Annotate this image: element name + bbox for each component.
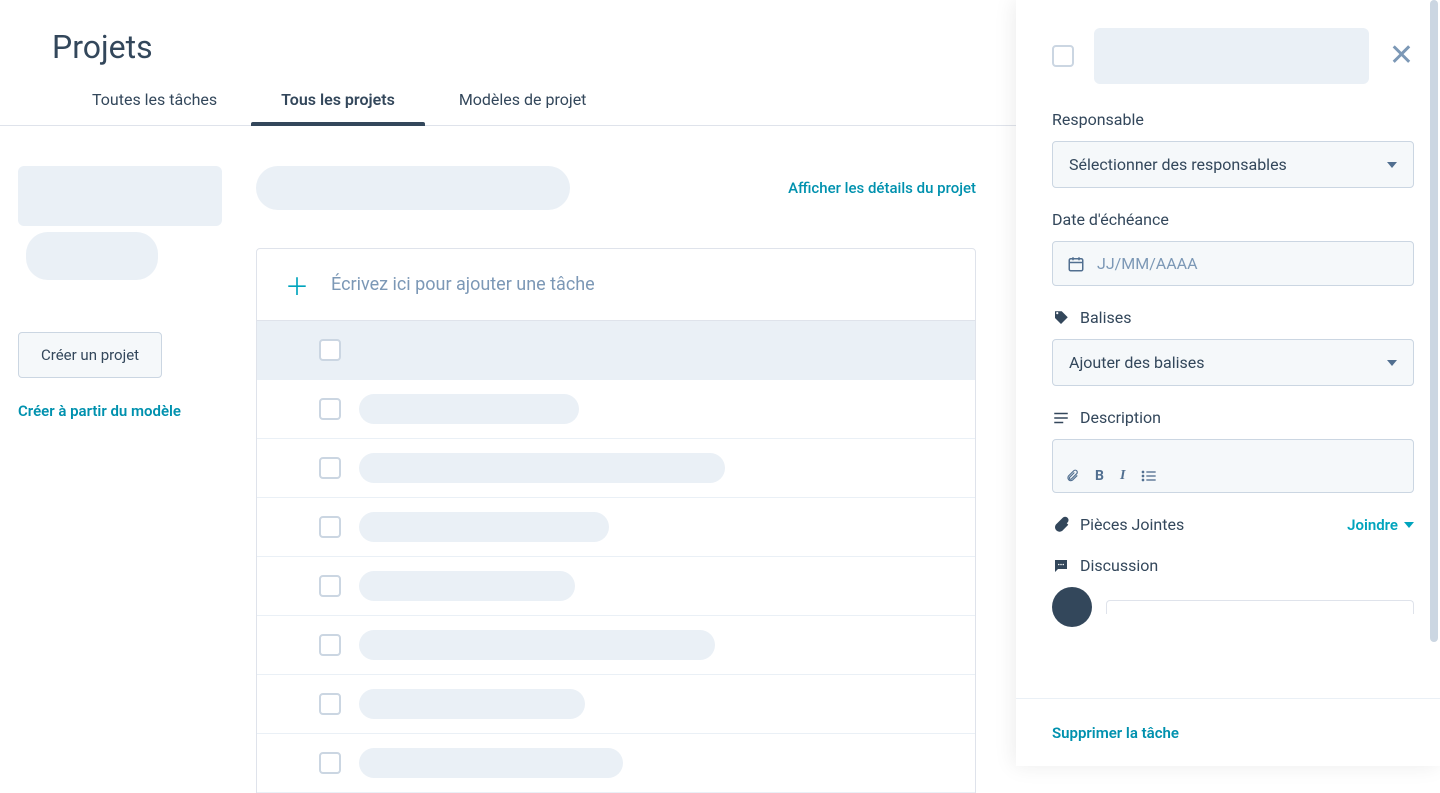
task-title-skeleton: [359, 512, 609, 542]
tab-all-projects[interactable]: Tous les projets: [273, 90, 403, 125]
owner-select[interactable]: Sélectionner des responsables: [1052, 141, 1414, 188]
task-title-skeleton: [359, 335, 643, 365]
task-row[interactable]: [257, 616, 975, 675]
tags-placeholder: Ajouter des balises: [1069, 353, 1205, 372]
sidebar-project-skeleton: [26, 232, 158, 280]
task-checkbox[interactable]: [319, 398, 341, 420]
editor-toolbar: B I: [1065, 468, 1401, 484]
task-row[interactable]: [257, 439, 975, 498]
sidebar-project-skeleton: [18, 166, 222, 226]
create-from-template-link[interactable]: Créer à partir du modèle: [18, 402, 238, 420]
task-row[interactable]: [257, 498, 975, 557]
task-row[interactable]: [257, 321, 975, 380]
close-icon[interactable]: ✕: [1389, 41, 1414, 71]
plus-icon: ＋: [285, 267, 309, 302]
scrollbar[interactable]: [1430, 0, 1440, 642]
caret-down-icon: [1387, 162, 1397, 168]
task-checkbox[interactable]: [319, 752, 341, 774]
task-checkbox[interactable]: [319, 516, 341, 538]
task-detail-panel: ✕ Responsable Sélectionner des responsab…: [1016, 0, 1440, 766]
task-row[interactable]: [257, 380, 975, 439]
task-checkbox[interactable]: [319, 693, 341, 715]
task-title-skeleton: [359, 394, 579, 424]
due-date-placeholder: JJ/MM/AAAA: [1097, 254, 1198, 273]
due-date-label: Date d'échéance: [1052, 210, 1414, 229]
caret-down-icon: [1404, 522, 1414, 528]
main-content: Afficher les détails du projet ＋ Écrivez…: [256, 166, 1016, 793]
task-title-skeleton: [359, 748, 623, 778]
list-icon: [1052, 409, 1070, 427]
italic-button[interactable]: I: [1120, 468, 1125, 484]
comment-input[interactable]: [1106, 600, 1414, 614]
user-avatar: [1052, 587, 1092, 627]
task-checkbox[interactable]: [319, 575, 341, 597]
description-editor[interactable]: B I: [1052, 439, 1414, 493]
task-complete-checkbox[interactable]: [1052, 45, 1074, 67]
task-title-skeleton: [359, 453, 725, 483]
bullet-list-icon[interactable]: [1141, 469, 1157, 483]
calendar-icon: [1067, 255, 1085, 273]
discussion-label: Discussion: [1052, 556, 1414, 575]
task-row[interactable]: [257, 734, 975, 793]
owner-placeholder: Sélectionner des responsables: [1069, 155, 1287, 174]
attach-action[interactable]: Joindre: [1347, 516, 1414, 534]
description-label: Description: [1052, 408, 1414, 427]
task-title-skeleton: [359, 630, 715, 660]
project-title-skeleton: [256, 166, 570, 210]
task-title-skeleton: [1094, 28, 1369, 84]
show-project-details-link[interactable]: Afficher les détails du projet: [788, 179, 976, 197]
paperclip-icon: [1052, 516, 1070, 534]
caret-down-icon: [1387, 360, 1397, 366]
tab-templates[interactable]: Modèles de projet: [451, 90, 595, 125]
bold-button[interactable]: B: [1095, 468, 1104, 484]
add-task-input[interactable]: ＋ Écrivez ici pour ajouter une tâche: [256, 248, 976, 321]
task-title-skeleton: [359, 571, 575, 601]
tag-icon: [1052, 309, 1070, 327]
attachments-label: Pièces Jointes: [1052, 515, 1184, 534]
attachment-icon[interactable]: [1065, 469, 1079, 483]
task-row[interactable]: [257, 675, 975, 734]
task-title-skeleton: [359, 689, 585, 719]
create-project-button[interactable]: Créer un projet: [18, 332, 162, 378]
tab-all-tasks[interactable]: Toutes les tâches: [84, 90, 225, 125]
tags-select[interactable]: Ajouter des balises: [1052, 339, 1414, 386]
task-checkbox[interactable]: [319, 457, 341, 479]
sidebar: Créer un projet Créer à partir du modèle: [18, 166, 256, 793]
due-date-input[interactable]: JJ/MM/AAAA: [1052, 241, 1414, 286]
panel-footer: Supprimer la tâche: [1016, 698, 1440, 766]
task-checkbox[interactable]: [319, 339, 341, 361]
task-row[interactable]: [257, 557, 975, 616]
task-list: [256, 321, 976, 793]
task-checkbox[interactable]: [319, 634, 341, 656]
tags-label: Balises: [1052, 308, 1414, 327]
owner-label: Responsable: [1052, 110, 1414, 129]
delete-task-link[interactable]: Supprimer la tâche: [1052, 724, 1179, 742]
add-task-placeholder: Écrivez ici pour ajouter une tâche: [331, 274, 947, 295]
chat-icon: [1052, 557, 1070, 575]
